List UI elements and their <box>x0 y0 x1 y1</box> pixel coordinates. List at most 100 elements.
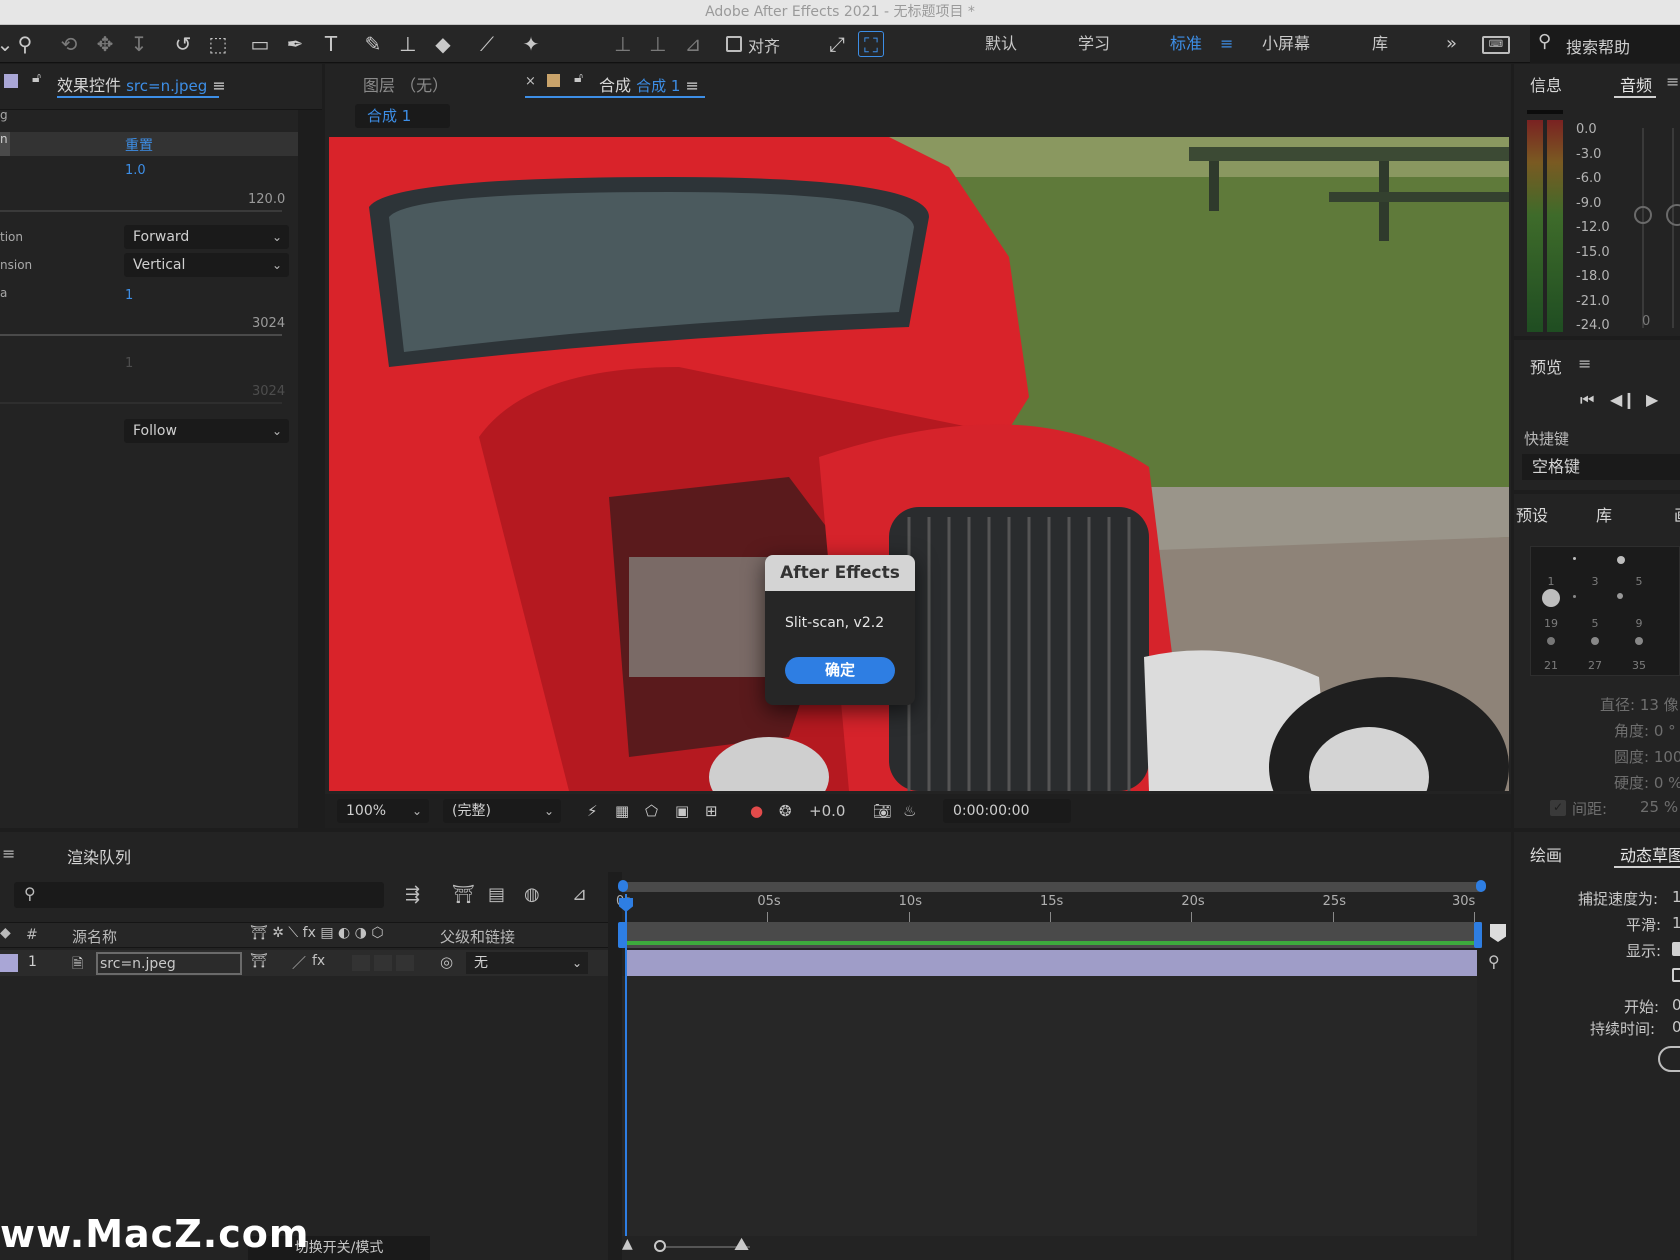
zoom-out-icon[interactable]: ▲ <box>622 1236 633 1252</box>
brush-tip[interactable] <box>1635 637 1643 645</box>
panel-menu-icon[interactable]: ≡ <box>1666 72 1679 91</box>
workspace-small-screen[interactable]: 小屏幕 <box>1262 25 1310 63</box>
snap-options-icon[interactable]: ⤢ <box>824 31 850 57</box>
guides-icon[interactable]: ⊞ <box>705 794 718 828</box>
lock-icon[interactable]: 🔓︎ <box>574 70 583 86</box>
mask-visibility-icon[interactable]: ⬠ <box>645 794 658 828</box>
audio-slider-track[interactable] <box>1642 128 1644 328</box>
parent-link-header[interactable]: 父级和链接 <box>440 926 515 947</box>
region-of-interest-icon[interactable]: ▣ <box>675 794 689 828</box>
paint-tab[interactable]: 绘画 <box>1530 842 1562 866</box>
dimension-select[interactable]: Vertical ⌄ <box>124 253 289 277</box>
navigator-end-handle[interactable] <box>1476 880 1486 892</box>
brush-tip-grid[interactable]: 1 3 5 19 5 9 21 27 35 <box>1530 546 1680 676</box>
exposure-value[interactable]: +0.0 <box>809 794 845 828</box>
workspace-menu-icon[interactable]: ≡ <box>1220 25 1233 63</box>
eraser-tool-icon[interactable]: ◆ <box>430 31 456 57</box>
panel-menu-icon[interactable]: ≡ <box>1578 354 1591 373</box>
info-tab[interactable]: 信息 <box>1530 72 1562 96</box>
rotate-tool-icon[interactable]: ↺ <box>170 31 196 57</box>
switch-box[interactable] <box>396 955 414 971</box>
zoom-select[interactable]: 100% ⌄ <box>337 799 429 823</box>
workspace-library[interactable]: 库 <box>1372 25 1388 63</box>
presets-tab[interactable]: 预设 <box>1516 502 1548 526</box>
composition-tab[interactable]: 合成 合成 1 ≡ <box>599 72 699 96</box>
show-snapshot-icon[interactable]: ♨ <box>903 794 916 828</box>
motion-sketch-tab[interactable]: 动态草图 <box>1620 842 1680 866</box>
audio-slider-thumb-right[interactable] <box>1666 204 1680 226</box>
direction-select[interactable]: Forward ⌄ <box>124 225 289 249</box>
smoothing-value[interactable]: 1 <box>1672 914 1680 932</box>
axis-view-icon[interactable]: ⊿ <box>680 31 706 57</box>
timeline-search-input[interactable]: ⚲ <box>14 882 384 908</box>
quality-switch-icon[interactable]: ／ <box>292 953 306 973</box>
axis-local-icon[interactable]: ⊥ <box>610 31 636 57</box>
param2-slider-track[interactable] <box>0 334 282 336</box>
comp-marker-bin-icon[interactable] <box>1490 924 1506 942</box>
frame-blending-icon[interactable]: ▤ <box>488 884 505 905</box>
dialog-ok-button[interactable]: 确定 <box>785 657 895 684</box>
brush-tool-icon[interactable]: ✎ <box>360 31 386 57</box>
library-tab[interactable]: 库 <box>1596 502 1612 526</box>
comp-breadcrumb[interactable]: 合成 1 <box>355 104 450 128</box>
help-search-box[interactable]: ⚲ 搜索帮助 <box>1530 25 1680 63</box>
capture-speed-value[interactable]: 1 <box>1672 888 1680 906</box>
mode-select[interactable]: Follow ⌄ <box>124 419 289 443</box>
close-tab-icon[interactable]: × <box>525 74 536 89</box>
layer-row[interactable]: 1 🗎 src=n.jpeg ⛩ ／ fx ◎ 无 ⌄ <box>0 950 608 976</box>
pick-whip-icon[interactable]: ◎ <box>440 953 453 971</box>
more-workspaces-icon[interactable]: » <box>1446 25 1457 63</box>
display-wireframe-checkbox[interactable] <box>1672 942 1680 956</box>
panel-menu-icon[interactable]: ≡ <box>2 844 15 863</box>
zoom-tool-icon[interactable]: ⚲ <box>12 31 38 57</box>
work-area-range[interactable] <box>622 941 1477 945</box>
audio-slider-track-right[interactable] <box>1672 128 1674 328</box>
shortcut-select[interactable]: 空格键 <box>1522 454 1680 480</box>
panel-menu-icon[interactable]: ≡ <box>212 76 225 95</box>
workspace-standard[interactable]: 标准 <box>1170 25 1202 63</box>
spacing-checkbox[interactable]: ✓ <box>1550 800 1566 816</box>
start-capture-button[interactable] <box>1658 1046 1680 1072</box>
brush-tip[interactable] <box>1617 593 1623 599</box>
transparency-grid-icon[interactable]: ▦ <box>615 794 629 828</box>
audio-tab[interactable]: 音频 <box>1620 72 1652 96</box>
dolly-tool-icon[interactable]: ↧ <box>126 31 152 57</box>
brush-tip[interactable] <box>1573 595 1576 598</box>
switch-box[interactable] <box>352 955 370 971</box>
brush-tip[interactable] <box>1547 637 1555 645</box>
fast-preview-icon[interactable]: ⚡ <box>587 794 598 828</box>
layer-tab[interactable]: 图层 （无） <box>363 72 448 96</box>
effect-header-row[interactable]: n 重置 <box>0 132 298 156</box>
display-background-checkbox[interactable] <box>1672 968 1680 982</box>
reset-exposure-icon[interactable]: ❂ <box>779 794 792 828</box>
roto-brush-icon[interactable]: ⟋ <box>474 31 500 57</box>
brush-tip[interactable] <box>1542 589 1560 607</box>
brushes-tab[interactable]: 画 <box>1674 502 1680 526</box>
preview-tab[interactable]: 预览 <box>1530 354 1562 378</box>
switch-box[interactable] <box>374 955 392 971</box>
previous-frame-icon[interactable]: ◀❙ <box>1610 390 1636 409</box>
clone-stamp-icon[interactable]: ⊥ <box>395 31 421 57</box>
timeline-track-area[interactable] <box>622 976 1477 1236</box>
rectangle-tool-icon[interactable]: ▭ <box>247 31 273 57</box>
layer-out-point-icon[interactable]: ⚲ <box>1488 952 1500 971</box>
navigator-start-handle[interactable] <box>618 880 628 892</box>
snapshot-icon[interactable]: 📷︎ <box>873 794 892 828</box>
resolution-select[interactable]: (完整) ⌄ <box>443 799 561 823</box>
lock-icon[interactable]: 🔓︎ <box>32 70 41 86</box>
layer-duration-bar[interactable] <box>627 950 1477 976</box>
work-area-end[interactable] <box>1474 922 1482 948</box>
current-time-display[interactable]: 0:00:00:00 <box>943 799 1071 823</box>
render-queue-tab[interactable]: 渲染队列 <box>67 844 131 868</box>
param1-value[interactable]: 1.0 <box>125 163 146 178</box>
param1-slider-track[interactable] <box>0 210 282 212</box>
graph-editor-icon[interactable]: ⊿ <box>572 884 587 905</box>
color-channels-icon[interactable]: ● <box>750 794 763 828</box>
camera-orbit-icon[interactable]: ⟲ <box>56 31 82 57</box>
time-navigator[interactable] <box>622 882 1482 892</box>
workspace-learn[interactable]: 学习 <box>1078 25 1110 63</box>
shy-layers-icon[interactable]: ⛩ <box>452 884 475 905</box>
reset-link[interactable]: 重置 <box>125 135 153 155</box>
composition-viewer[interactable] <box>329 137 1509 791</box>
effect-controls-tab[interactable]: 效果控件 src=n.jpeg ≡ <box>57 72 226 96</box>
